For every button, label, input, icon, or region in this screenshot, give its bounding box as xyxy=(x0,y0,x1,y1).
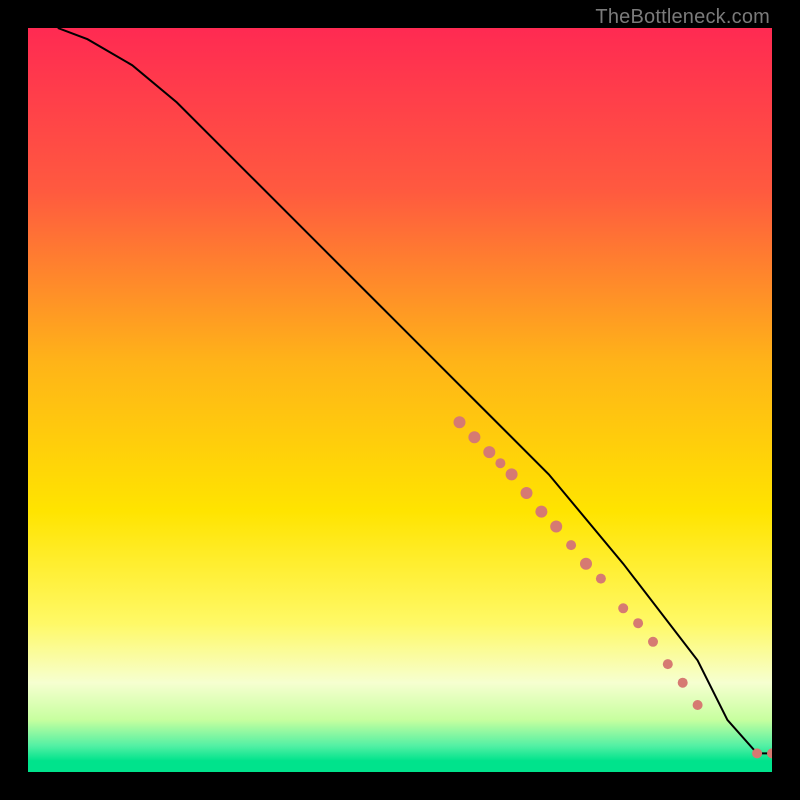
data-marker xyxy=(648,637,658,647)
data-marker xyxy=(566,540,576,550)
chart-frame xyxy=(28,28,772,772)
data-marker xyxy=(678,678,688,688)
data-marker xyxy=(483,446,495,458)
chart-overlay xyxy=(28,28,772,772)
data-marker xyxy=(767,748,772,758)
data-marker xyxy=(663,659,673,669)
data-marker xyxy=(468,431,480,443)
data-marker xyxy=(454,416,466,428)
data-marker xyxy=(596,574,606,584)
curve-line xyxy=(58,28,772,753)
data-marker xyxy=(618,603,628,613)
data-marker xyxy=(521,487,533,499)
data-marker xyxy=(535,506,547,518)
data-marker xyxy=(506,468,518,480)
data-marker xyxy=(633,618,643,628)
data-marker xyxy=(752,748,762,758)
data-marker xyxy=(550,521,562,533)
data-marker xyxy=(693,700,703,710)
attribution-label: TheBottleneck.com xyxy=(595,6,770,29)
data-marker xyxy=(580,558,592,570)
marker-cluster xyxy=(454,416,773,758)
data-marker xyxy=(495,458,505,468)
